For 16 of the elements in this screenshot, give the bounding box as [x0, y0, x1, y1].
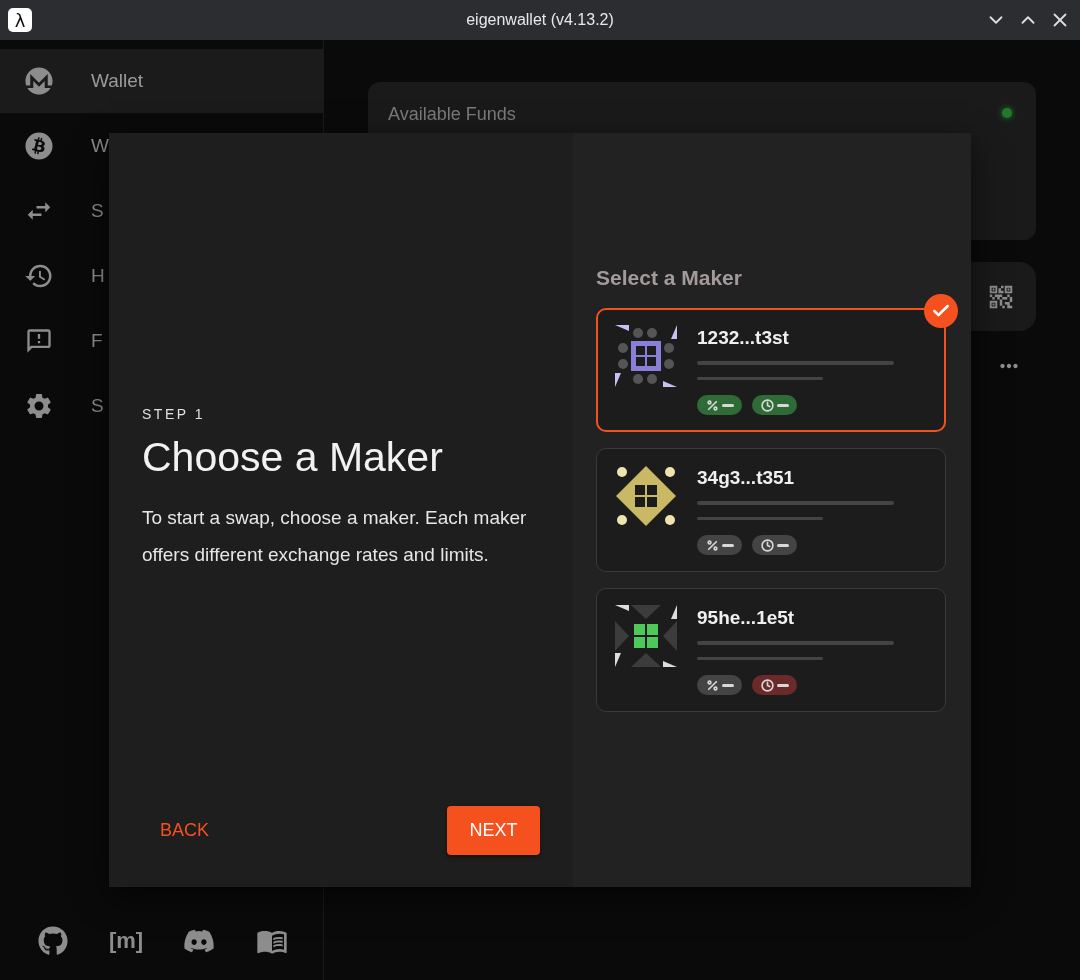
maker-name: 34g3...t351: [697, 467, 796, 489]
step-label: STEP 1: [142, 406, 206, 422]
nav-label: F: [91, 330, 103, 352]
nav-label: S: [91, 200, 104, 222]
card-title: Available Funds: [388, 104, 516, 125]
section-title: Select a Maker: [596, 266, 743, 290]
nav-label: Wallet: [91, 70, 144, 92]
maker-name: 1232...t3st: [697, 327, 790, 349]
dialog-title: Choose a Maker: [142, 434, 444, 481]
maker-name: 95he...1e5t: [697, 607, 796, 629]
app-icon: λ: [8, 8, 32, 32]
window-title: eigenwallet (v4.13.2): [466, 11, 614, 29]
dialog-text: To start a swap, choose a maker. Each maker offers different exchange rates and limits.: [142, 506, 528, 567]
nav-label: S: [91, 395, 104, 417]
nav-label: H: [91, 265, 105, 287]
nav-label: W: [91, 135, 109, 157]
